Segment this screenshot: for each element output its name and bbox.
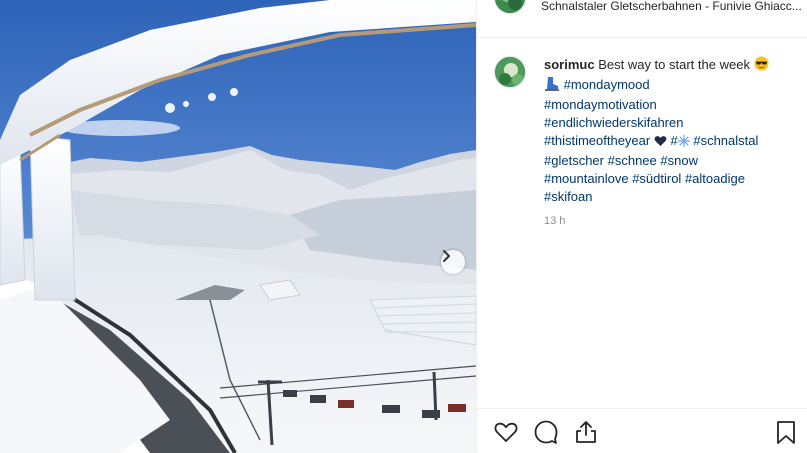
hashtag-link[interactable]: #endlichwiederskifahren [544, 115, 683, 130]
post-header: Schnalstaler Gletscherbahnen - Funivie G… [477, 0, 807, 38]
hashtag-link[interactable]: #schnalstal [693, 133, 758, 148]
hashtag-link[interactable]: #altoadige [685, 171, 745, 186]
alpine-landscape-image [0, 0, 476, 453]
save-button[interactable] [773, 419, 799, 445]
username-link[interactable]: sorimuc [544, 57, 595, 72]
bookmark-icon [777, 421, 795, 444]
chevron-right-icon [443, 250, 450, 262]
hashtag-link[interactable]: # [670, 133, 677, 148]
snowflake-emoji-icon [677, 134, 690, 152]
location-avatar[interactable] [494, 0, 526, 14]
next-photo-button[interactable] [441, 250, 465, 274]
share-button[interactable] [573, 419, 599, 445]
hashtag-link[interactable]: #mondaymotivation [544, 97, 657, 112]
hashtag-link[interactable]: #thistimeoftheyear [544, 133, 650, 148]
like-button[interactable] [493, 419, 519, 445]
heart-icon [494, 422, 518, 442]
post-photo[interactable] [0, 0, 476, 453]
hashtag-link[interactable]: #südtirol [632, 171, 681, 186]
share-icon [576, 421, 596, 443]
hashtag-link[interactable]: #snow [660, 153, 698, 168]
post-timestamp[interactable]: 13 h [544, 215, 565, 227]
heart-emoji-icon [654, 134, 667, 152]
post-location-link[interactable]: Schnalstaler Gletscherbahnen - Funivie G… [541, 0, 803, 12]
ski-boot-emoji-icon [544, 76, 560, 96]
hashtag-link[interactable]: #mountainlove [544, 171, 629, 186]
post-actions-bar [477, 408, 807, 453]
comment-icon [534, 420, 558, 444]
caption-text: Best way to start the week [598, 57, 750, 72]
sunglasses-emoji-icon [754, 56, 769, 76]
hashtag-link[interactable]: #schnee [608, 153, 657, 168]
hashtag-link[interactable]: #mondaymood [564, 77, 650, 92]
hashtag-link[interactable]: #gletscher [544, 153, 604, 168]
user-avatar[interactable] [494, 56, 526, 88]
post-details-panel: Schnalstaler Gletscherbahnen - Funivie G… [476, 0, 807, 453]
caption-body: sorimuc Best way to start the week #mond… [544, 56, 804, 206]
hashtag-link[interactable]: #skifoan [544, 189, 592, 204]
comment-button[interactable] [533, 419, 559, 445]
